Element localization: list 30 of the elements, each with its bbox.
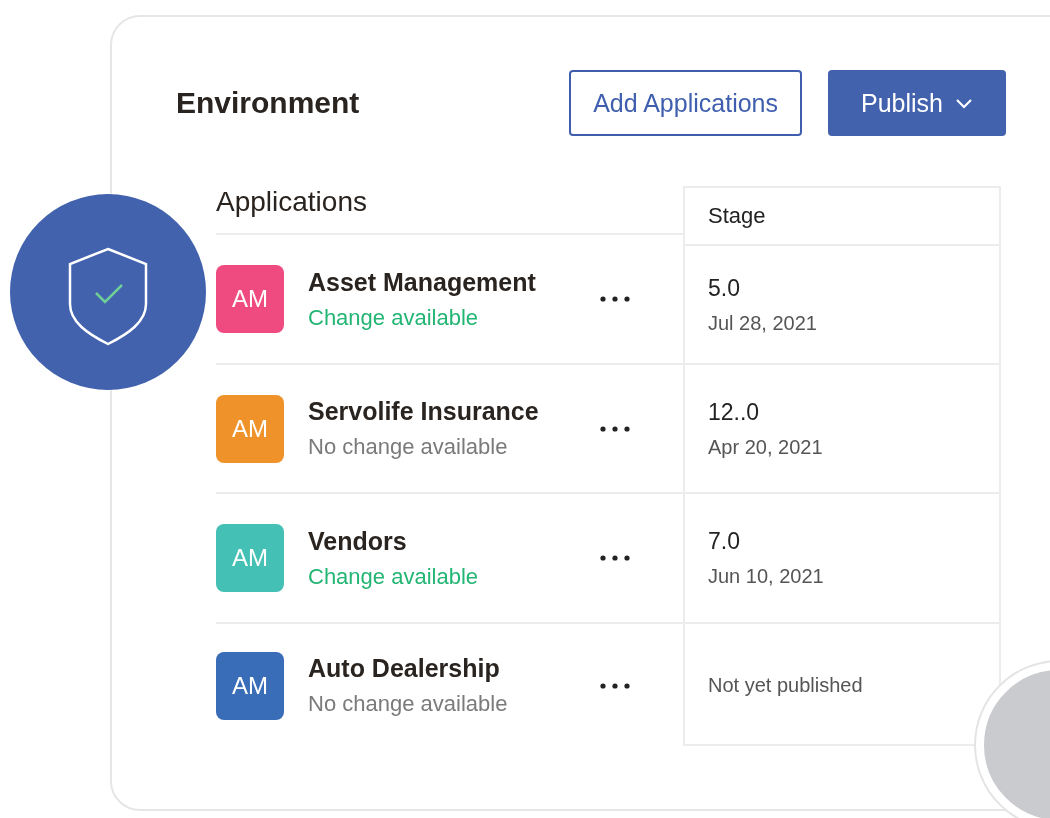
app-name[interactable]: Servolife Insurance [308, 397, 598, 426]
shield-check-icon [10, 194, 206, 390]
app-initials-tile: AM [216, 524, 284, 592]
stage-date: Jun 10, 2021 [708, 565, 825, 588]
app-name[interactable]: Vendors [308, 526, 598, 556]
stage-date: Apr 20, 2021 [708, 435, 824, 459]
more-icon[interactable] [600, 425, 630, 432]
add-applications-button[interactable]: Add Applications [569, 70, 802, 136]
app-initials-tile: AM [216, 265, 284, 333]
applications-heading: Applications [216, 186, 367, 218]
change-status: No change available [308, 434, 509, 460]
change-status: Change available [308, 304, 480, 331]
chevron-down-icon [955, 97, 973, 109]
change-status: No change available [308, 691, 509, 717]
stage-column-header: Stage [708, 203, 766, 229]
app-name[interactable]: Asset Management [308, 267, 598, 297]
stage-version: 7.0 [708, 528, 741, 555]
app-initials-tile: AM [216, 651, 284, 720]
more-icon[interactable] [600, 296, 630, 302]
more-icon[interactable] [600, 682, 630, 689]
stage-note: Not yet published [708, 674, 864, 697]
panel-title: Environment [176, 86, 360, 120]
stage-date: Jul 28, 2021 [708, 311, 818, 335]
stage-version: 12..0 [708, 398, 761, 426]
publish-dropdown-button[interactable]: Publish [828, 70, 1006, 136]
app-name[interactable]: Auto Dealership [308, 654, 598, 683]
change-status: Change available [308, 563, 480, 590]
app-initials-tile: AM [216, 394, 284, 463]
stage-version: 5.0 [708, 274, 741, 302]
more-icon[interactable] [600, 555, 630, 561]
